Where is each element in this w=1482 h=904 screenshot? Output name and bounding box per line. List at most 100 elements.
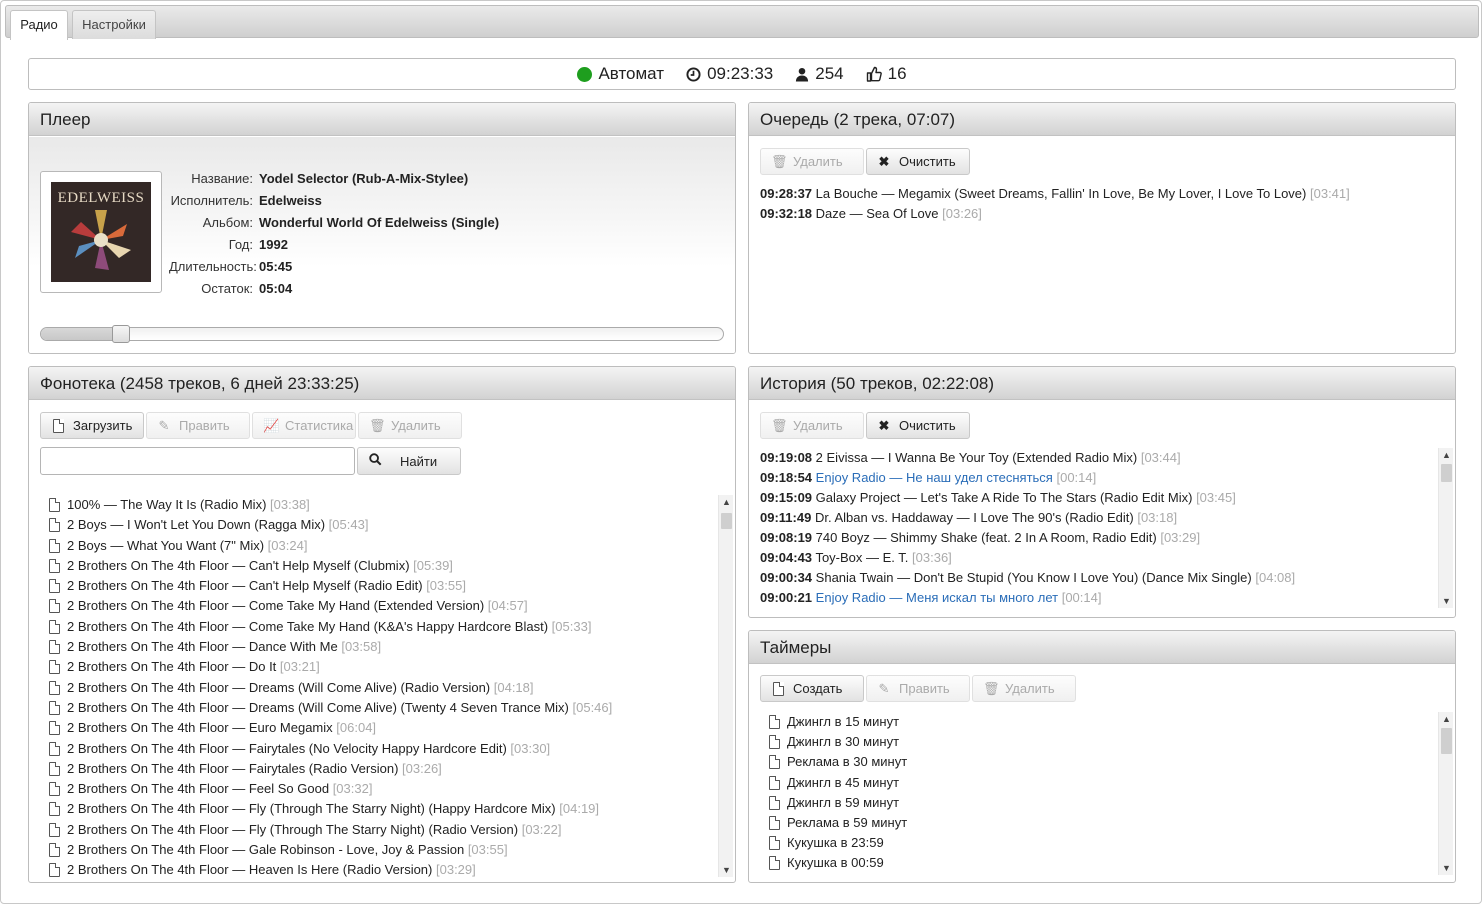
search-button[interactable]: Найти bbox=[357, 447, 461, 475]
timer-item[interactable]: Кукушка в 00:59 bbox=[769, 853, 1435, 873]
library-item[interactable]: 2 Brothers On The 4th Floor — Come Take … bbox=[49, 596, 715, 616]
queue-item[interactable]: 09:28:37 La Bouche — Megamix (Sweet Drea… bbox=[760, 184, 1435, 204]
timer-edit-button[interactable]: ✎ Править bbox=[866, 675, 970, 702]
search-icon bbox=[368, 449, 382, 474]
timer-item[interactable]: Кукушка в 23:59 bbox=[769, 833, 1435, 853]
scroll-down-icon[interactable]: ▼ bbox=[719, 863, 734, 877]
history-item-track: Shania Twain — Don't Be Stupid (You Know… bbox=[815, 570, 1252, 585]
history-scroll-thumb[interactable] bbox=[1441, 464, 1452, 482]
library-delete-button[interactable]: 🗑 Удалить bbox=[358, 412, 462, 439]
library-item[interactable]: 2 Brothers On The 4th Floor — Fly (Throu… bbox=[49, 799, 715, 819]
history-item[interactable]: 09:08:19 740 Boyz — Shimmy Shake (feat. … bbox=[760, 528, 1435, 548]
library-item-duration: [05:43] bbox=[328, 517, 369, 533]
tab-radio[interactable]: Радио bbox=[10, 10, 68, 40]
history-clear-button[interactable]: ✖ Очистить bbox=[866, 412, 970, 439]
timer-item[interactable]: Реклама в 30 минут bbox=[769, 752, 1435, 772]
queue-item[interactable]: 09:32:18 Daze — Sea Of Love [03:26] bbox=[760, 204, 1435, 224]
queue-clear-button[interactable]: ✖ Очистить bbox=[866, 148, 970, 175]
library-item[interactable]: 2 Brothers On The 4th Floor — Heaven Is … bbox=[49, 860, 715, 877]
upload-button[interactable]: Загрузить bbox=[40, 412, 144, 439]
history-item[interactable]: 09:04:43 Toy-Box — E. T. [03:36] bbox=[760, 548, 1435, 568]
history-item[interactable]: 09:18:54 Enjoy Radio — Не наш удел стесн… bbox=[760, 468, 1435, 488]
library-search-input[interactable] bbox=[40, 447, 355, 475]
library-item[interactable]: 2 Brothers On The 4th Floor — Do It [03:… bbox=[49, 657, 715, 677]
queue-item-track: La Bouche — Megamix (Sweet Dreams, Falli… bbox=[815, 186, 1307, 201]
library-item[interactable]: 2 Brothers On The 4th Floor — Fairytales… bbox=[49, 759, 715, 779]
scroll-down-icon[interactable]: ▼ bbox=[1439, 861, 1454, 875]
library-item[interactable]: 2 Boys — What You Want (7" Mix) [03:24] bbox=[49, 536, 715, 556]
timers-scroll-thumb[interactable] bbox=[1441, 728, 1452, 754]
stats-button[interactable]: 📈 Статистика bbox=[252, 412, 356, 439]
timer-item[interactable]: Реклама в 59 минут bbox=[769, 813, 1435, 833]
progress-slider[interactable] bbox=[40, 325, 724, 343]
library-panel: Фонотека (2458 треков, 6 дней 23:33:25) … bbox=[28, 366, 736, 883]
history-item[interactable]: 09:11:49 Dr. Alban vs. Haddaway — I Love… bbox=[760, 508, 1435, 528]
library-item[interactable]: 2 Brothers On The 4th Floor — Fairytales… bbox=[49, 739, 715, 759]
app-window: Радио Настройки Автомат 09:23:33 254 16 … bbox=[0, 0, 1482, 904]
library-item[interactable]: 2 Brothers On The 4th Floor — Can't Help… bbox=[49, 556, 715, 576]
meta-remaining-value: 05:04 bbox=[259, 281, 293, 296]
status-bar: Автомат 09:23:33 254 16 bbox=[28, 58, 1456, 90]
user-icon bbox=[796, 67, 809, 82]
queue-title: Очередь (2 трека, 07:07) bbox=[749, 103, 1455, 136]
queue-clear-label: Очистить bbox=[899, 154, 956, 169]
history-scrollbar[interactable]: ▲ ▼ bbox=[1438, 448, 1453, 608]
queue-item-duration: [03:41] bbox=[1310, 186, 1350, 201]
scroll-up-icon[interactable]: ▲ bbox=[1439, 712, 1454, 726]
queue-delete-button[interactable]: 🗑 Удалить bbox=[760, 148, 864, 175]
queue-item-time: 09:28:37 bbox=[760, 186, 813, 201]
library-item[interactable]: 2 Boys — I Won't Let You Down (Ragga Mix… bbox=[49, 515, 715, 535]
library-item[interactable]: 2 Brothers On The 4th Floor — Dreams (Wi… bbox=[49, 698, 715, 718]
library-item-duration: [06:04] bbox=[336, 720, 377, 736]
timers-scrollbar[interactable]: ▲ ▼ bbox=[1438, 712, 1453, 875]
timer-item-label: Реклама в 30 минут bbox=[787, 754, 908, 770]
file-icon bbox=[769, 755, 780, 770]
library-item-track: 2 Brothers On The 4th Floor — Fly (Throu… bbox=[67, 821, 519, 837]
history-item-track: Enjoy Radio — Не наш удел стесняться bbox=[815, 470, 1053, 485]
timer-item-label: Джингл в 15 минут bbox=[787, 714, 900, 729]
history-item-duration: [03:36] bbox=[912, 550, 952, 565]
library-scrollbar[interactable]: ▲ ▼ bbox=[718, 495, 733, 877]
file-icon bbox=[49, 599, 60, 614]
history-item[interactable]: 09:00:21 Enjoy Radio — Меня искал ты мно… bbox=[760, 588, 1435, 608]
meta-album-row: Альбом: Wonderful World Of Edelweiss (Sin… bbox=[169, 212, 499, 234]
library-item[interactable]: 2 Brothers On The 4th Floor — Dreams (Wi… bbox=[49, 678, 715, 698]
library-item[interactable]: 2 Brothers On The 4th Floor — Gale Robin… bbox=[49, 840, 715, 860]
library-item[interactable]: 2 Brothers On The 4th Floor — Can't Help… bbox=[49, 576, 715, 596]
timer-item[interactable]: Джингл в 30 минут bbox=[769, 732, 1435, 752]
timer-item[interactable]: Джингл в 45 минут bbox=[769, 773, 1435, 793]
library-item[interactable]: 2 Brothers On The 4th Floor — Feel So Go… bbox=[49, 779, 715, 799]
timer-item-label: Реклама в 59 минут bbox=[787, 814, 908, 830]
progress-handle[interactable] bbox=[112, 325, 131, 343]
timer-item[interactable]: Джингл в 59 минут bbox=[769, 793, 1435, 813]
timer-delete-label: Удалить bbox=[1005, 681, 1055, 696]
history-item-track: Enjoy Radio — Меня искал ты много лет bbox=[815, 590, 1059, 605]
library-item[interactable]: 100% — The Way It Is (Radio Mix) [03:38] bbox=[49, 495, 715, 515]
library-item[interactable]: 2 Brothers On The 4th Floor — Dance With… bbox=[49, 637, 715, 657]
library-item-duration: [05:46] bbox=[572, 699, 613, 715]
tab-settings[interactable]: Настройки bbox=[72, 10, 156, 39]
track-metadata: Название: Yodel Selector (Rub-A-Mix-Style… bbox=[169, 168, 499, 300]
player-panel: Плеер EDELWEISS Название: Yodel Selector… bbox=[28, 102, 736, 354]
scroll-down-icon[interactable]: ▼ bbox=[1439, 594, 1454, 608]
history-item[interactable]: 09:15:09 Galaxy Project — Let's Take A R… bbox=[760, 488, 1435, 508]
scroll-up-icon[interactable]: ▲ bbox=[1439, 448, 1454, 462]
history-item[interactable]: 09:19:08 2 Eivissa — I Wanna Be Your Toy… bbox=[760, 448, 1435, 468]
library-item[interactable]: 2 Brothers On The 4th Floor — Euro Megam… bbox=[49, 718, 715, 738]
timer-item[interactable]: Джингл в 15 минут bbox=[769, 712, 1435, 732]
timer-delete-button[interactable]: 🗑 Удалить bbox=[972, 675, 1076, 702]
history-item[interactable]: 09:00:34 Shania Twain — Don't Be Stupid … bbox=[760, 568, 1435, 588]
file-icon bbox=[769, 715, 780, 729]
library-scroll-thumb[interactable] bbox=[721, 513, 732, 529]
library-item[interactable]: 2 Brothers On The 4th Floor — Come Take … bbox=[49, 617, 715, 637]
file-icon bbox=[49, 640, 60, 655]
meta-album-value: Wonderful World Of Edelweiss (Single) bbox=[259, 215, 500, 230]
file-icon bbox=[49, 498, 60, 512]
history-delete-button[interactable]: 🗑 Удалить bbox=[760, 412, 864, 439]
library-item[interactable]: 2 Brothers On The 4th Floor — Fly (Throu… bbox=[49, 820, 715, 840]
library-edit-button[interactable]: ✎ Править bbox=[146, 412, 250, 439]
clock-icon bbox=[686, 66, 701, 82]
scroll-up-icon[interactable]: ▲ bbox=[719, 495, 734, 509]
file-icon bbox=[49, 802, 60, 817]
timer-create-button[interactable]: Создать bbox=[760, 675, 864, 702]
